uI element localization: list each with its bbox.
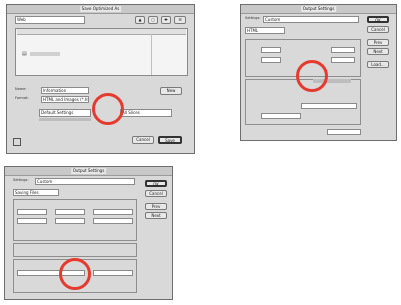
background-image-input[interactable] bbox=[93, 270, 133, 276]
attribs-case-select[interactable] bbox=[331, 47, 355, 53]
file-item[interactable] bbox=[30, 52, 60, 56]
name-part-6[interactable] bbox=[93, 218, 133, 224]
cancel-button[interactable]: Cancel bbox=[367, 26, 389, 33]
save-optimized-dialog: Save Optimized As Web ▲ ◻ ✚ ☰ ▤ Name: In… bbox=[6, 4, 195, 154]
new-folder-icon: ✚ bbox=[164, 17, 168, 22]
dialog-title: Output Settings bbox=[300, 6, 337, 12]
settings-select[interactable]: Default Settings bbox=[39, 109, 91, 117]
up-folder-button[interactable]: ▲ bbox=[135, 16, 145, 24]
file-name-input[interactable]: Information bbox=[41, 87, 89, 94]
settings-hint bbox=[39, 118, 91, 121]
slice-output-select[interactable] bbox=[301, 103, 357, 109]
view-menu-icon: ☰ bbox=[178, 17, 182, 22]
prev-button[interactable]: Prev bbox=[145, 203, 167, 210]
new-folder-text-button[interactable]: New bbox=[160, 87, 182, 95]
dialog-titlebar: Save Optimized As bbox=[7, 5, 194, 14]
empty-cells-select[interactable] bbox=[261, 113, 301, 119]
dialog-title: Save Optimized As bbox=[79, 6, 122, 12]
new-folder-button[interactable]: ✚ bbox=[161, 16, 171, 24]
dialog-titlebar: Output Settings bbox=[5, 167, 172, 176]
location-select[interactable]: Web bbox=[15, 16, 85, 24]
next-button[interactable]: Next bbox=[145, 212, 167, 219]
tags-case-select[interactable] bbox=[261, 47, 281, 53]
line-endings-select[interactable] bbox=[331, 57, 355, 63]
file-list[interactable]: ▤ bbox=[15, 28, 188, 76]
column-divider bbox=[151, 34, 152, 75]
ok-button[interactable]: OK bbox=[367, 16, 389, 23]
highlight-circle-3 bbox=[59, 258, 91, 290]
format-label: Format: bbox=[15, 96, 29, 100]
save-button[interactable]: Save bbox=[158, 136, 182, 144]
up-folder-icon: ▲ bbox=[138, 17, 142, 22]
desktop-icon: ◻ bbox=[151, 17, 155, 22]
name-part-4[interactable] bbox=[17, 218, 47, 224]
highlight-circle-1 bbox=[92, 93, 124, 125]
format-select[interactable]: HTML and Images (*.html) bbox=[41, 96, 89, 103]
section-select[interactable]: Saving Files bbox=[13, 189, 59, 196]
file-list-header bbox=[17, 29, 186, 35]
td-w-h-select[interactable] bbox=[327, 129, 361, 135]
name-part-2[interactable] bbox=[55, 209, 85, 215]
file-name-label: Name: bbox=[15, 87, 27, 91]
location-value: Web bbox=[17, 17, 26, 22]
view-menu-button[interactable]: ☰ bbox=[174, 16, 186, 24]
file-item-icon: ▤ bbox=[22, 51, 27, 57]
section-select[interactable]: HTML bbox=[245, 27, 285, 34]
name-part-3[interactable] bbox=[93, 209, 133, 215]
help-icon bbox=[13, 138, 21, 146]
load-button[interactable]: Load... bbox=[367, 61, 389, 68]
next-button[interactable]: Next bbox=[367, 48, 389, 55]
slices-select[interactable]: All Slices bbox=[120, 109, 172, 117]
name-part-5[interactable] bbox=[55, 218, 85, 224]
desktop-button[interactable]: ◻ bbox=[148, 16, 158, 24]
ok-button[interactable]: OK bbox=[145, 180, 167, 187]
settings-label: Settings: bbox=[245, 16, 261, 20]
indent-select[interactable] bbox=[261, 57, 281, 63]
dialog-titlebar: Output Settings bbox=[241, 5, 396, 14]
dialog-title: Output Settings bbox=[70, 168, 107, 174]
highlight-circle-2 bbox=[296, 60, 328, 92]
name-part-1[interactable] bbox=[17, 209, 47, 215]
settings-select[interactable]: Custom bbox=[263, 16, 359, 23]
cancel-button[interactable]: Cancel bbox=[145, 190, 167, 197]
cancel-button[interactable]: Cancel bbox=[132, 136, 154, 144]
settings-select[interactable]: Custom bbox=[35, 178, 135, 185]
settings-label: Settings: bbox=[13, 178, 29, 182]
prev-button[interactable]: Prev bbox=[367, 39, 389, 46]
filename-compat-group bbox=[13, 243, 137, 257]
